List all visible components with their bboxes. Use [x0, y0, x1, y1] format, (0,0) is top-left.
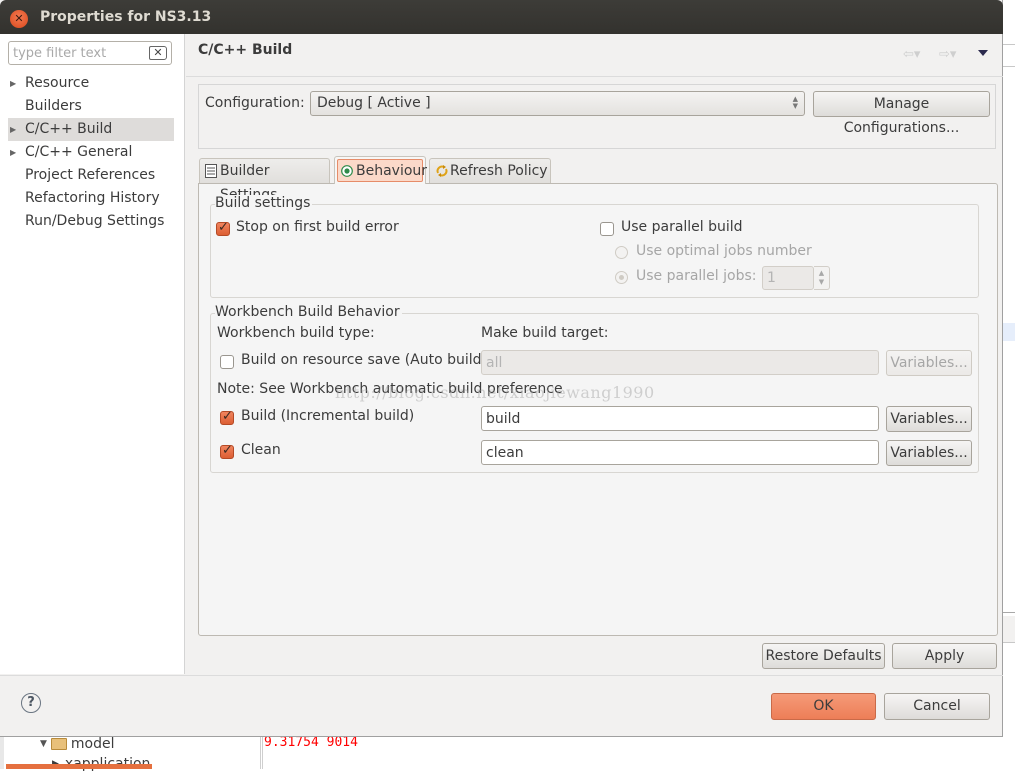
tab-builder-settings[interactable]: Builder Settings — [199, 158, 330, 203]
workbench-build-type-header: Workbench build type: — [217, 325, 375, 341]
tab-label: Behaviour — [356, 163, 428, 179]
sidebar-item-cpp-build[interactable]: ▶ C/C++ Build — [8, 118, 174, 141]
spinner-arrows-icon: ▲ ▼ — [792, 95, 798, 110]
incremental-build-label: Build (Incremental build) — [241, 408, 415, 424]
expand-arrow-icon[interactable]: ▶ — [10, 141, 16, 164]
auto-build-variables-button[interactable]: Variables... — [886, 350, 972, 376]
use-parallel-build-checkbox[interactable] — [600, 222, 614, 236]
tree-item-model[interactable]: ▼ model — [40, 736, 115, 752]
stop-on-first-error-label: Stop on first build error — [236, 219, 399, 235]
sidebar-item-label: Run/Debug Settings — [25, 213, 165, 229]
target-icon — [341, 165, 353, 177]
incremental-build-variables-button[interactable]: Variables... — [886, 406, 972, 432]
close-button[interactable]: ✕ — [10, 10, 28, 28]
help-button[interactable]: ? — [21, 693, 41, 713]
configuration-select[interactable]: Debug [ Active ] ▲ ▼ — [310, 91, 805, 116]
help-icon: ? — [27, 695, 35, 710]
sidebar-item-run-debug-settings[interactable]: Run/Debug Settings — [8, 210, 174, 233]
workbench-behavior-title: Workbench Build Behavior — [215, 304, 402, 320]
sidebar-item-label: C/C++ Build — [25, 121, 113, 137]
refresh-icon — [436, 165, 448, 177]
page-title: C/C++ Build — [198, 42, 293, 58]
background-editor-edge — [1003, 0, 1015, 769]
window-title: Properties for NS3.13 — [40, 9, 212, 25]
restore-defaults-button[interactable]: Restore Defaults — [762, 643, 885, 669]
expand-arrow-icon[interactable]: ▶ — [10, 118, 16, 141]
list-icon — [205, 164, 217, 178]
arrow-left-icon: ⇦▾ — [903, 47, 921, 62]
cancel-button[interactable]: Cancel — [884, 693, 990, 720]
clean-variables-button[interactable]: Variables... — [886, 440, 972, 466]
tab-label: Refresh Policy — [450, 163, 548, 179]
filter-field[interactable]: ✕ — [8, 41, 172, 65]
spinner-arrows-icon[interactable]: ▲ ▼ — [814, 266, 830, 290]
console-output: 9.31754 9014 — [264, 735, 358, 750]
auto-build-checkbox[interactable] — [220, 355, 234, 369]
use-optimal-jobs-radio[interactable] — [615, 246, 628, 259]
incremental-build-checkbox[interactable] — [220, 409, 234, 425]
tab-refresh-policy[interactable]: Refresh Policy — [429, 158, 551, 183]
tree-item-label: model — [70, 736, 115, 752]
sidebar-item-label: Project References — [25, 167, 156, 183]
auto-build-label: Build on resource save (Auto build) — [241, 352, 488, 368]
clean-label: Clean — [241, 442, 281, 458]
clean-checkbox[interactable] — [220, 443, 234, 459]
ok-button[interactable]: OK — [771, 693, 876, 720]
clean-target-input[interactable] — [481, 440, 879, 465]
use-parallel-jobs-radio[interactable] — [615, 271, 628, 284]
sidebar-item-label: Builders — [25, 98, 82, 114]
sidebar-item-resource[interactable]: ▶ Resource — [8, 72, 174, 95]
incremental-build-target-input[interactable] — [481, 406, 879, 431]
make-build-target-header: Make build target: — [481, 325, 609, 341]
use-parallel-jobs-label: Use parallel jobs: — [636, 268, 757, 284]
use-optimal-jobs-label: Use optimal jobs number — [636, 243, 812, 259]
sidebar-item-label: Refactoring History — [25, 190, 160, 206]
header-separator — [186, 76, 1003, 77]
sidebar-item-builders[interactable]: Builders — [8, 95, 174, 118]
tab-behaviour[interactable]: Behaviour — [334, 156, 428, 184]
view-menu-icon[interactable] — [978, 50, 988, 56]
back-button[interactable]: ⇦▾ — [903, 47, 920, 62]
build-settings-title: Build settings — [215, 195, 313, 211]
sidebar-item-label: Resource — [25, 75, 90, 91]
use-parallel-build-label: Use parallel build — [621, 219, 743, 235]
parallel-jobs-input[interactable] — [762, 266, 814, 290]
filter-input[interactable] — [9, 42, 153, 64]
sidebar-item-refactoring-history[interactable]: Refactoring History — [8, 187, 174, 210]
stop-on-first-error-checkbox[interactable] — [216, 220, 230, 236]
apply-button[interactable]: Apply — [892, 643, 997, 669]
sidebar-item-project-references[interactable]: Project References — [8, 164, 174, 187]
background-selection-bar — [6, 764, 152, 769]
expand-arrow-icon[interactable]: ▼ — [40, 739, 47, 749]
close-icon: ✕ — [14, 12, 24, 25]
sidebar-item-cpp-general[interactable]: ▶ C/C++ General — [8, 141, 174, 164]
folder-icon — [50, 738, 67, 750]
configuration-value: Debug [ Active ] — [317, 95, 431, 111]
watermark: http://blog.csdn.net/xiaojiewang1990 — [335, 383, 655, 402]
clear-filter-icon[interactable]: ✕ — [149, 46, 167, 60]
parallel-jobs-spinner[interactable]: ▲▼ — [762, 266, 830, 290]
sidebar-item-label: C/C++ General — [25, 144, 133, 160]
configuration-label: Configuration: — [205, 95, 305, 111]
expand-arrow-icon[interactable]: ▶ — [10, 72, 16, 95]
arrow-right-icon: ⇨▾ — [939, 47, 957, 62]
footer-separator — [0, 675, 1003, 676]
auto-build-target-input[interactable] — [481, 350, 879, 375]
manage-configurations-button[interactable]: Manage Configurations... — [813, 91, 990, 136]
forward-button[interactable]: ⇨▾ — [939, 47, 956, 62]
